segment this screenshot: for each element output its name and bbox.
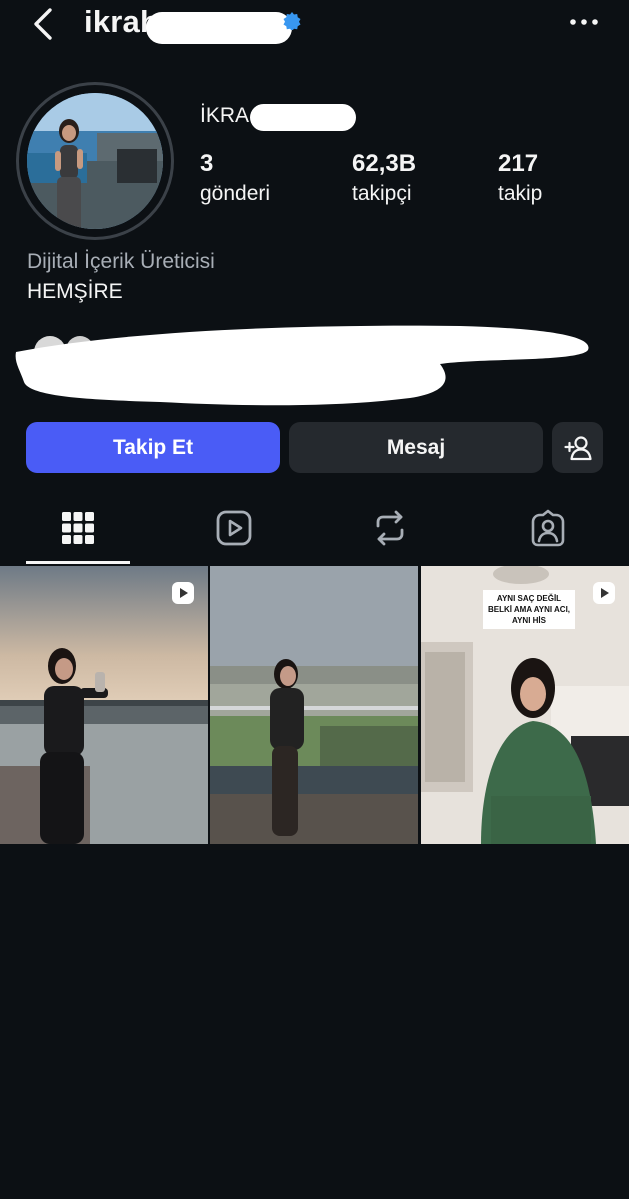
stat-following-label: takip — [498, 182, 543, 205]
post-thumbnail[interactable]: AYNI SAÇ DEĞİL BELKİ AMA AYNI ACI, AYNI … — [421, 566, 629, 844]
suggested-users-button[interactable] — [552, 422, 603, 473]
profile-bio: HEMŞİRE — [27, 280, 123, 303]
active-tab-indicator — [26, 561, 130, 564]
stat-following-count: 217 — [498, 150, 539, 177]
stat-following[interactable]: 217 takip — [498, 150, 542, 206]
stat-followers-label: takipçi — [352, 182, 412, 205]
post-thumbnail[interactable] — [0, 566, 208, 844]
stat-posts[interactable]: 3 gönderi — [200, 150, 270, 206]
avatar-photo — [27, 93, 163, 229]
post-thumbnail[interactable] — [210, 566, 418, 844]
stat-followers-count: 62,3B — [352, 150, 417, 177]
post-caption-overlay: AYNI SAÇ DEĞİL BELKİ AMA AYNI ACI, AYNI … — [483, 590, 575, 629]
reel-badge-icon — [172, 582, 194, 604]
reels-icon[interactable] — [214, 508, 254, 548]
more-options-icon[interactable] — [568, 14, 600, 30]
follow-button[interactable]: Takip Et — [26, 422, 280, 473]
avatar[interactable] — [25, 91, 165, 231]
verified-badge-icon — [283, 12, 301, 30]
reposts-icon[interactable] — [370, 508, 410, 548]
redaction-mark — [146, 12, 292, 44]
stat-posts-count: 3 — [200, 150, 214, 177]
tagged-icon[interactable] — [528, 508, 568, 548]
grid-icon[interactable] — [58, 508, 98, 548]
profile-display-name: İKRA — [200, 104, 250, 127]
profile-category: Dijital İçerik Üreticisi — [27, 250, 215, 273]
reel-badge-icon — [593, 582, 615, 604]
post-image — [210, 566, 418, 844]
back-arrow-icon[interactable] — [30, 6, 60, 42]
redaction-mark — [15, 325, 589, 406]
stat-followers[interactable]: 62,3B takipçi — [352, 150, 416, 206]
post-image — [0, 566, 208, 844]
stat-posts-label: gönderi — [200, 182, 271, 205]
message-button[interactable]: Mesaj — [289, 422, 543, 473]
add-person-icon — [563, 435, 592, 460]
redaction-mark — [250, 104, 356, 131]
